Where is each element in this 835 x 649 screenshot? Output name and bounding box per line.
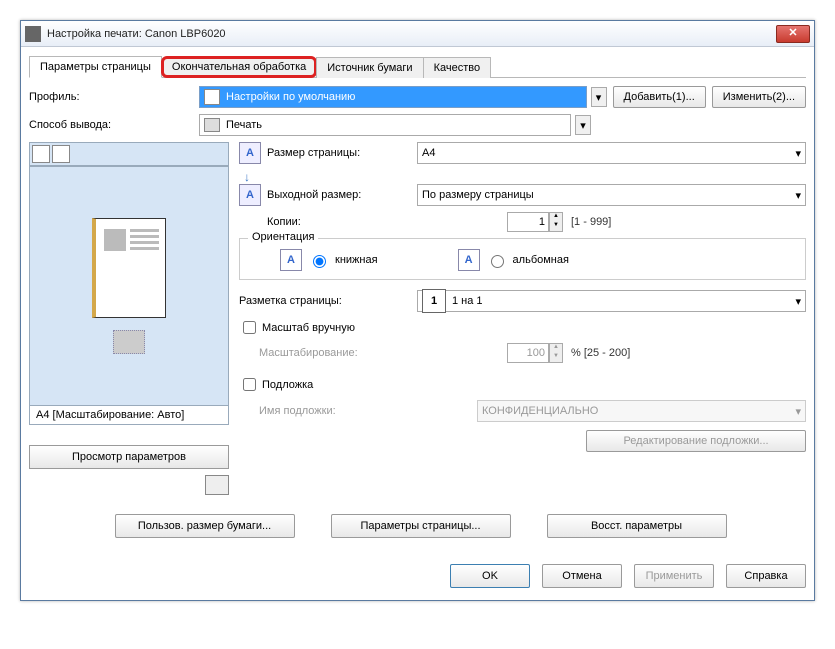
tab-paper-source[interactable]: Источник бумаги: [316, 57, 423, 78]
landscape-radio[interactable]: [491, 255, 504, 268]
copies-spinner[interactable]: ▲▼: [549, 212, 563, 232]
orientation-group: Ориентация A книжная A альбомная: [239, 238, 806, 280]
restore-params-button[interactable]: Восст. параметры: [547, 514, 727, 538]
scaling-range: % [25 - 200]: [571, 347, 630, 359]
preview-tabs: [29, 142, 229, 166]
help-tool-icon[interactable]: [205, 475, 229, 495]
underlay-select: КОНФИДЕНЦИАЛЬНО▾: [477, 400, 806, 422]
page-size-select[interactable]: A4▾: [417, 142, 806, 164]
copies-input[interactable]: 1: [507, 212, 549, 232]
profile-value: Настройки по умолчанию: [226, 91, 355, 103]
output-size-select[interactable]: По размеру страницы▾: [417, 184, 806, 206]
edit-profile-button[interactable]: Изменить(2)...: [712, 86, 806, 108]
profile-icon: [204, 89, 220, 105]
orientation-legend: Ориентация: [248, 231, 318, 243]
edit-underlay-button: Редактирование подложки...: [586, 430, 806, 452]
custom-paper-size-button[interactable]: Пользов. размер бумаги...: [115, 514, 295, 538]
layout-select[interactable]: 1 1 на 1 ▾: [417, 290, 806, 312]
print-icon: [204, 118, 220, 132]
profile-label: Профиль:: [29, 91, 199, 103]
layout-label: Разметка страницы:: [239, 295, 417, 307]
copies-range: [1 - 999]: [571, 216, 611, 228]
output-label: Способ вывода:: [29, 119, 199, 131]
output-select[interactable]: Печать: [199, 114, 571, 136]
scaling-label: Масштабирование:: [259, 347, 417, 359]
output-size-label: Выходной размер:: [267, 189, 417, 201]
page-thumbnail: [92, 218, 166, 318]
arrow-down-icon: ↓: [244, 170, 806, 184]
underlay-checkbox[interactable]: [243, 378, 256, 391]
tab-strip: Параметры страницы Окончательная обработ…: [29, 55, 806, 78]
landscape-label: альбомная: [513, 254, 569, 266]
landscape-icon: A: [458, 249, 480, 271]
window-title: Настройка печати: Canon LBP6020: [47, 28, 776, 40]
underlay-name-label: Имя подложки:: [259, 405, 417, 417]
paper-stack-icon: [113, 330, 145, 354]
output-dropdown-arrow[interactable]: ▾: [575, 115, 591, 135]
preview-tab-page-icon[interactable]: [32, 145, 50, 163]
page-size-label: Размер страницы:: [267, 147, 417, 159]
close-button[interactable]: ✕: [776, 25, 810, 43]
tab-quality[interactable]: Качество: [423, 57, 492, 78]
profile-dropdown-arrow[interactable]: ▾: [591, 87, 607, 107]
page-size-icon: A: [239, 142, 261, 164]
layout-icon: 1: [422, 289, 446, 313]
tab-page-params[interactable]: Параметры страницы: [29, 56, 162, 78]
cancel-button[interactable]: Отмена: [542, 564, 622, 588]
preview-status: A4 [Масштабирование: Авто]: [29, 406, 229, 425]
underlay-label: Подложка: [262, 379, 313, 391]
preview-tab-printer-icon[interactable]: [52, 145, 70, 163]
apply-button: Применить: [634, 564, 714, 588]
copies-label: Копии:: [267, 216, 417, 228]
scaling-spinner: ▲▼: [549, 343, 563, 363]
scaling-input: 100: [507, 343, 549, 363]
titlebar: Настройка печати: Canon LBP6020 ✕: [21, 21, 814, 47]
portrait-label: книжная: [335, 254, 378, 266]
help-button[interactable]: Справка: [726, 564, 806, 588]
print-settings-window: Настройка печати: Canon LBP6020 ✕ Параме…: [20, 20, 815, 601]
output-value: Печать: [226, 119, 262, 131]
manual-scale-checkbox[interactable]: [243, 321, 256, 334]
manual-scale-label: Масштаб вручную: [262, 322, 355, 334]
view-params-button[interactable]: Просмотр параметров: [29, 445, 229, 469]
portrait-icon: A: [280, 249, 302, 271]
ok-button[interactable]: OK: [450, 564, 530, 588]
page-params-button[interactable]: Параметры страницы...: [331, 514, 511, 538]
add-profile-button[interactable]: Добавить(1)...: [613, 86, 706, 108]
preview-canvas: [29, 166, 229, 406]
tab-finishing[interactable]: Окончательная обработка: [161, 56, 317, 78]
output-size-icon: A: [239, 184, 261, 206]
profile-select[interactable]: Настройки по умолчанию: [199, 86, 587, 108]
printer-icon: [25, 26, 41, 42]
portrait-radio[interactable]: [313, 255, 326, 268]
